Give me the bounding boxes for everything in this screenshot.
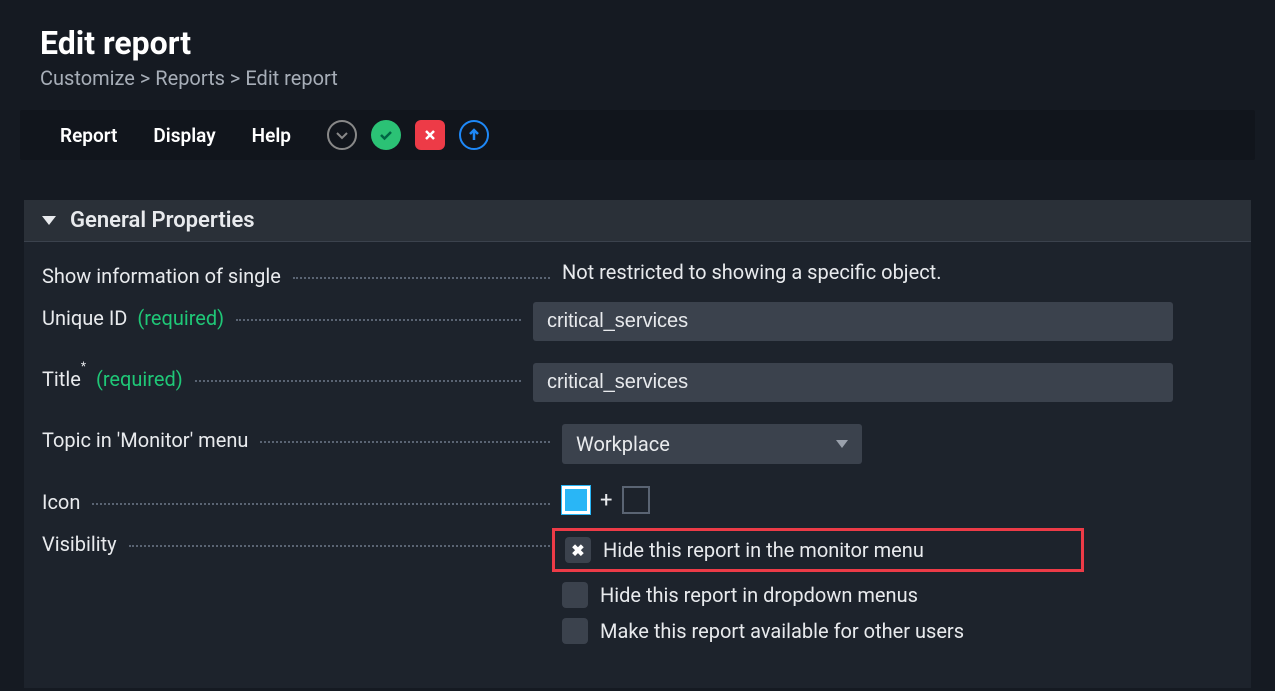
icon-swatch-add[interactable]: [622, 486, 650, 514]
breadcrumb[interactable]: Customize > Reports > Edit report: [40, 66, 1235, 90]
label-icon: Icon: [42, 490, 80, 514]
dots-filler: [260, 441, 550, 443]
checkbox-label-hide-dropdown: Hide this report in dropdown menus: [600, 583, 918, 607]
collapse-icon: [42, 216, 56, 225]
required-tag: (required): [96, 367, 183, 391]
checkbox-label-hide-monitor: Hide this report in the monitor menu: [603, 538, 924, 562]
topic-select[interactable]: Workplace: [562, 424, 862, 464]
checkbox-hide-dropdown[interactable]: [562, 582, 588, 608]
title-input[interactable]: [533, 363, 1173, 402]
upload-icon[interactable]: [459, 120, 489, 150]
checkbox-hide-monitor[interactable]: [565, 537, 591, 563]
label-unique-id: Unique ID: [42, 306, 127, 330]
dots-filler: [236, 319, 521, 321]
label-title: Title*: [42, 367, 86, 391]
page-title: Edit report: [40, 24, 1235, 62]
dots-filler: [92, 503, 550, 505]
section-title: General Properties: [70, 208, 255, 233]
dots-filler: [293, 277, 550, 279]
highlight-annotation: Hide this report in the monitor menu: [552, 528, 1084, 572]
dropdown-icon[interactable]: [327, 120, 357, 150]
dots-filler: [195, 380, 521, 382]
checkbox-label-available-others: Make this report available for other use…: [600, 619, 964, 643]
label-topic: Topic in 'Monitor' menu: [42, 428, 248, 452]
menu-help[interactable]: Help: [252, 124, 291, 147]
chevron-down-icon: [836, 440, 848, 448]
dots-filler: [129, 545, 550, 547]
cancel-icon[interactable]: [415, 120, 445, 150]
show-info-value: Not restricted to showing a specific obj…: [562, 260, 941, 284]
plus-icon: +: [600, 488, 612, 513]
save-icon[interactable]: [371, 120, 401, 150]
unique-id-input[interactable]: [533, 302, 1173, 341]
menu-display[interactable]: Display: [153, 124, 215, 147]
topic-select-value: Workplace: [576, 432, 670, 456]
menu-report[interactable]: Report: [60, 124, 117, 147]
label-visibility: Visibility: [42, 532, 117, 556]
label-show-info: Show information of single: [42, 264, 281, 288]
required-tag: (required): [137, 306, 224, 330]
checkbox-available-others[interactable]: [562, 618, 588, 644]
section-header-general[interactable]: General Properties: [24, 200, 1251, 242]
icon-swatch-selected[interactable]: [562, 486, 590, 514]
menubar: Report Display Help: [20, 110, 1255, 160]
